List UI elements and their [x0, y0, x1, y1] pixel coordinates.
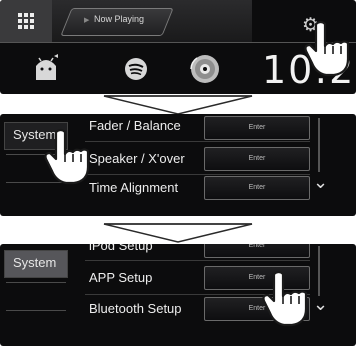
divider: [0, 42, 356, 43]
menu-item-label: Speaker / X'over: [89, 151, 185, 166]
side-tab-system-label: System: [13, 255, 57, 270]
chevron-down-icon[interactable]: ⌄: [313, 294, 328, 315]
hand-pointer-icon: [44, 128, 90, 185]
menu-item-label: APP Setup: [89, 270, 153, 285]
play-icon: ▶: [84, 17, 90, 24]
step-arrow: [103, 223, 253, 243]
enter-button[interactable]: Enter: [204, 244, 310, 258]
home-screen-panel: ▶ Now Playing ⚙ 10:28: [0, 0, 356, 94]
spotify-icon[interactable]: [124, 57, 148, 81]
menu-grid-button[interactable]: [0, 0, 53, 42]
scrollbar[interactable]: [318, 246, 320, 296]
scrollbar[interactable]: [318, 118, 320, 172]
divider: [6, 282, 66, 283]
divider: [6, 310, 66, 311]
menu-item-label: Fader / Balance: [89, 118, 181, 133]
now-playing-label: Now Playing: [94, 14, 145, 24]
menu-item-label: Bluetooth Setup: [89, 301, 182, 316]
enter-button[interactable]: Enter: [204, 176, 310, 200]
divider: [85, 174, 310, 175]
disc-icon[interactable]: [188, 52, 222, 86]
enter-button[interactable]: Enter: [204, 116, 310, 140]
hand-pointer-icon: [304, 20, 350, 77]
hand-pointer-icon: [262, 270, 308, 327]
android-auto-icon[interactable]: [30, 52, 62, 84]
divider: [85, 260, 310, 261]
chevron-down-icon[interactable]: ⌄: [313, 172, 328, 193]
grid-icon: [18, 13, 34, 29]
divider: [85, 141, 310, 142]
menu-item-label: Time Alignment: [89, 180, 179, 195]
menu-item-label: iPod Setup: [89, 244, 153, 253]
step-arrow: [103, 95, 253, 115]
enter-button[interactable]: Enter: [204, 147, 310, 171]
